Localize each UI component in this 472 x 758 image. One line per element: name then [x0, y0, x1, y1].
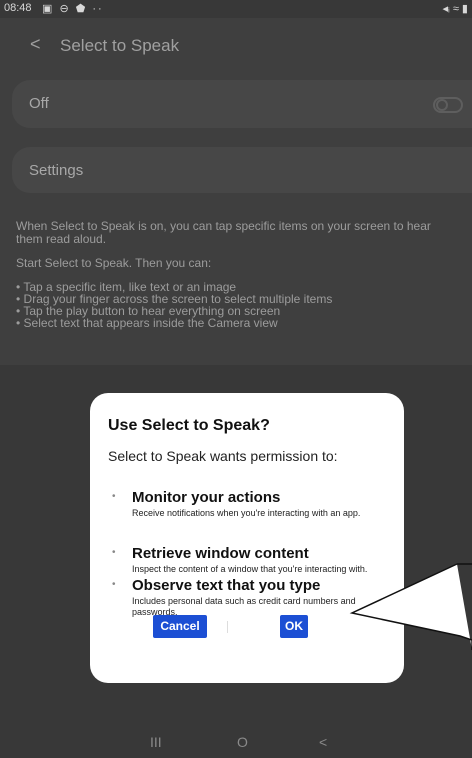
settings-row[interactable]: Settings	[12, 147, 472, 193]
back-arrow-icon[interactable]: <	[30, 34, 41, 55]
list-item: Select text that appears inside the Came…	[16, 317, 456, 329]
bullet-icon: •	[112, 579, 116, 590]
notification-icons: ▣ ⊖ ⬟ ··	[42, 3, 104, 15]
bullet-icon: •	[112, 491, 116, 502]
system-status-icons: ◂ᵢ ≈ ▮	[442, 3, 468, 15]
permission-dialog: Use Select to Speak? Select to Speak wan…	[90, 393, 404, 683]
description: When Select to Speak is on, you can tap …	[16, 219, 456, 330]
permission-desc: Inspect the content of a window that you…	[132, 564, 368, 574]
button-divider	[227, 621, 228, 633]
toggle-switch[interactable]	[433, 97, 463, 113]
dialog-title: Use Select to Speak?	[108, 417, 270, 434]
cancel-button[interactable]: Cancel	[153, 615, 207, 638]
status-bar: 08:48 ▣ ⊖ ⬟ ·· ◂ᵢ ≈ ▮	[0, 0, 472, 18]
home-icon[interactable]: O	[237, 734, 248, 750]
recents-icon[interactable]: III	[150, 734, 162, 750]
dialog-subtitle: Select to Speak wants permission to:	[108, 448, 338, 464]
permission-title: Retrieve window content	[132, 545, 309, 562]
bullet-icon: •	[112, 547, 116, 558]
toggle-row-label: Off	[29, 95, 49, 112]
permission-desc: Receive notifications when you're intera…	[132, 508, 361, 518]
settings-row-label: Settings	[29, 162, 84, 179]
dialog-buttons: Cancel OK	[90, 615, 404, 645]
page-title: Select to Speak	[60, 36, 180, 55]
nav-back-icon[interactable]: <	[319, 734, 327, 750]
ok-button[interactable]: OK	[280, 615, 308, 638]
permission-title: Observe text that you type	[132, 577, 321, 594]
description-list: Tap a specific item, like text or an ima…	[16, 281, 456, 329]
navigation-bar: III O <	[0, 728, 472, 758]
toggle-row[interactable]: Off	[12, 80, 472, 128]
permission-title: Monitor your actions	[132, 489, 281, 506]
app-bar: < Select to Speak	[0, 22, 472, 66]
status-time: 08:48	[4, 2, 32, 14]
toggle-knob	[436, 99, 448, 111]
description-start: Start Select to Speak. Then you can:	[16, 256, 212, 270]
description-intro: When Select to Speak is on, you can tap …	[16, 219, 431, 246]
